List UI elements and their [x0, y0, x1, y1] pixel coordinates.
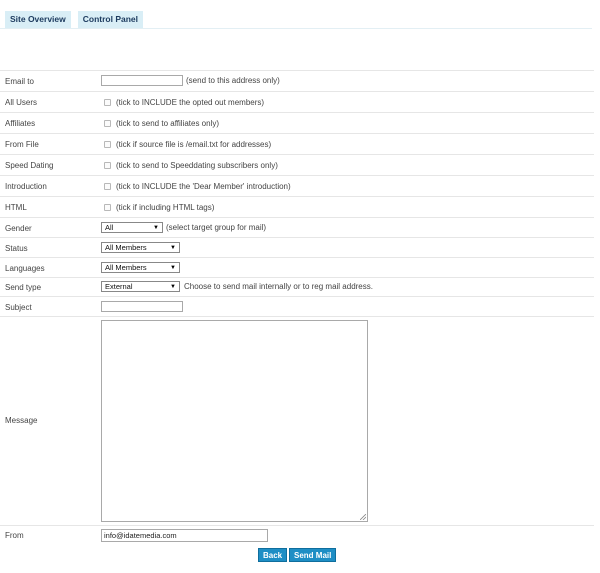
languages-select-value: All Members	[105, 263, 147, 272]
all-users-hint: (tick to INCLUDE the opted out members)	[116, 98, 265, 107]
languages-label: Languages	[5, 264, 45, 273]
all-users-checkbox[interactable]	[104, 99, 111, 106]
message-textarea[interactable]	[101, 320, 368, 522]
nav-divider	[0, 28, 592, 29]
introduction-label: Introduction	[5, 182, 47, 191]
email-to-input[interactable]	[101, 75, 183, 86]
row-from: From info@idatemedia.com	[0, 525, 594, 545]
gender-label: Gender	[5, 224, 32, 233]
row-affiliates: Affiliates (tick to send to affiliates o…	[0, 112, 594, 134]
email-to-hint: (send to this address only)	[186, 76, 280, 85]
row-introduction: Introduction (tick to INCLUDE the 'Dear …	[0, 175, 594, 197]
affiliates-hint: (tick to send to affiliates only)	[116, 119, 220, 128]
resize-grip-icon[interactable]	[360, 514, 366, 520]
html-checkbox[interactable]	[104, 204, 111, 211]
send-type-label: Send type	[5, 283, 42, 292]
top-nav: Site Overview Control Panel	[5, 11, 144, 29]
html-label: HTML	[5, 203, 27, 212]
row-speed-dating: Speed Dating (tick to send to Speeddatin…	[0, 154, 594, 176]
chevron-down-icon: ▼	[153, 224, 159, 231]
row-languages: Languages All Members ▼	[0, 257, 594, 278]
row-subject: Subject	[0, 296, 594, 317]
affiliates-checkbox[interactable]	[104, 120, 111, 127]
row-all-users: All Users (tick to INCLUDE the opted out…	[0, 91, 594, 113]
gender-select-value: All	[105, 223, 114, 232]
subject-label: Subject	[5, 303, 32, 312]
send-type-hint: Choose to send mail internally or to reg…	[184, 282, 373, 291]
speed-dating-checkbox[interactable]	[104, 162, 111, 169]
send-mail-button[interactable]: Send Mail	[289, 548, 337, 562]
status-select-value: All Members	[105, 243, 147, 252]
introduction-hint: (tick to INCLUDE the 'Dear Member' intro…	[116, 182, 291, 191]
speed-dating-hint: (tick to send to Speeddating subscribers…	[116, 161, 278, 170]
all-users-label: All Users	[5, 98, 38, 107]
row-send-type: Send type External ▼ Choose to send mail…	[0, 277, 594, 297]
row-status: Status All Members ▼	[0, 237, 594, 258]
email-to-label: Email to	[5, 77, 34, 86]
gender-select[interactable]: All ▼	[101, 222, 163, 233]
from-label: From	[5, 531, 24, 540]
speed-dating-label: Speed Dating	[5, 161, 54, 170]
tab-control-panel[interactable]: Control Panel	[77, 11, 144, 29]
send-type-select[interactable]: External ▼	[101, 281, 180, 292]
tab-site-overview[interactable]: Site Overview	[5, 11, 71, 29]
back-button[interactable]: Back	[258, 548, 288, 562]
introduction-checkbox[interactable]	[104, 183, 111, 190]
row-html: HTML (tick if including HTML tags)	[0, 196, 594, 218]
subject-input[interactable]	[101, 301, 183, 312]
from-file-checkbox[interactable]	[104, 141, 111, 148]
chevron-down-icon: ▼	[170, 244, 176, 251]
affiliates-label: Affiliates	[5, 119, 36, 128]
chevron-down-icon: ▼	[170, 264, 176, 271]
message-label: Message	[5, 416, 38, 425]
gender-hint: (select target group for mail)	[166, 223, 267, 232]
row-from-file: From File (tick if source file is /email…	[0, 133, 594, 155]
chevron-down-icon: ▼	[170, 283, 176, 290]
html-hint: (tick if including HTML tags)	[116, 203, 215, 212]
row-email-to: Email to (send to this address only)	[0, 70, 594, 92]
row-gender: Gender All ▼ (select target group for ma…	[0, 217, 594, 238]
status-select[interactable]: All Members ▼	[101, 242, 180, 253]
send-type-select-value: External	[105, 282, 133, 291]
from-input[interactable]: info@idatemedia.com	[101, 529, 268, 542]
from-file-hint: (tick if source file is /email.txt for a…	[116, 140, 272, 149]
status-label: Status	[5, 244, 28, 253]
from-file-label: From File	[5, 140, 39, 149]
languages-select[interactable]: All Members ▼	[101, 262, 180, 273]
